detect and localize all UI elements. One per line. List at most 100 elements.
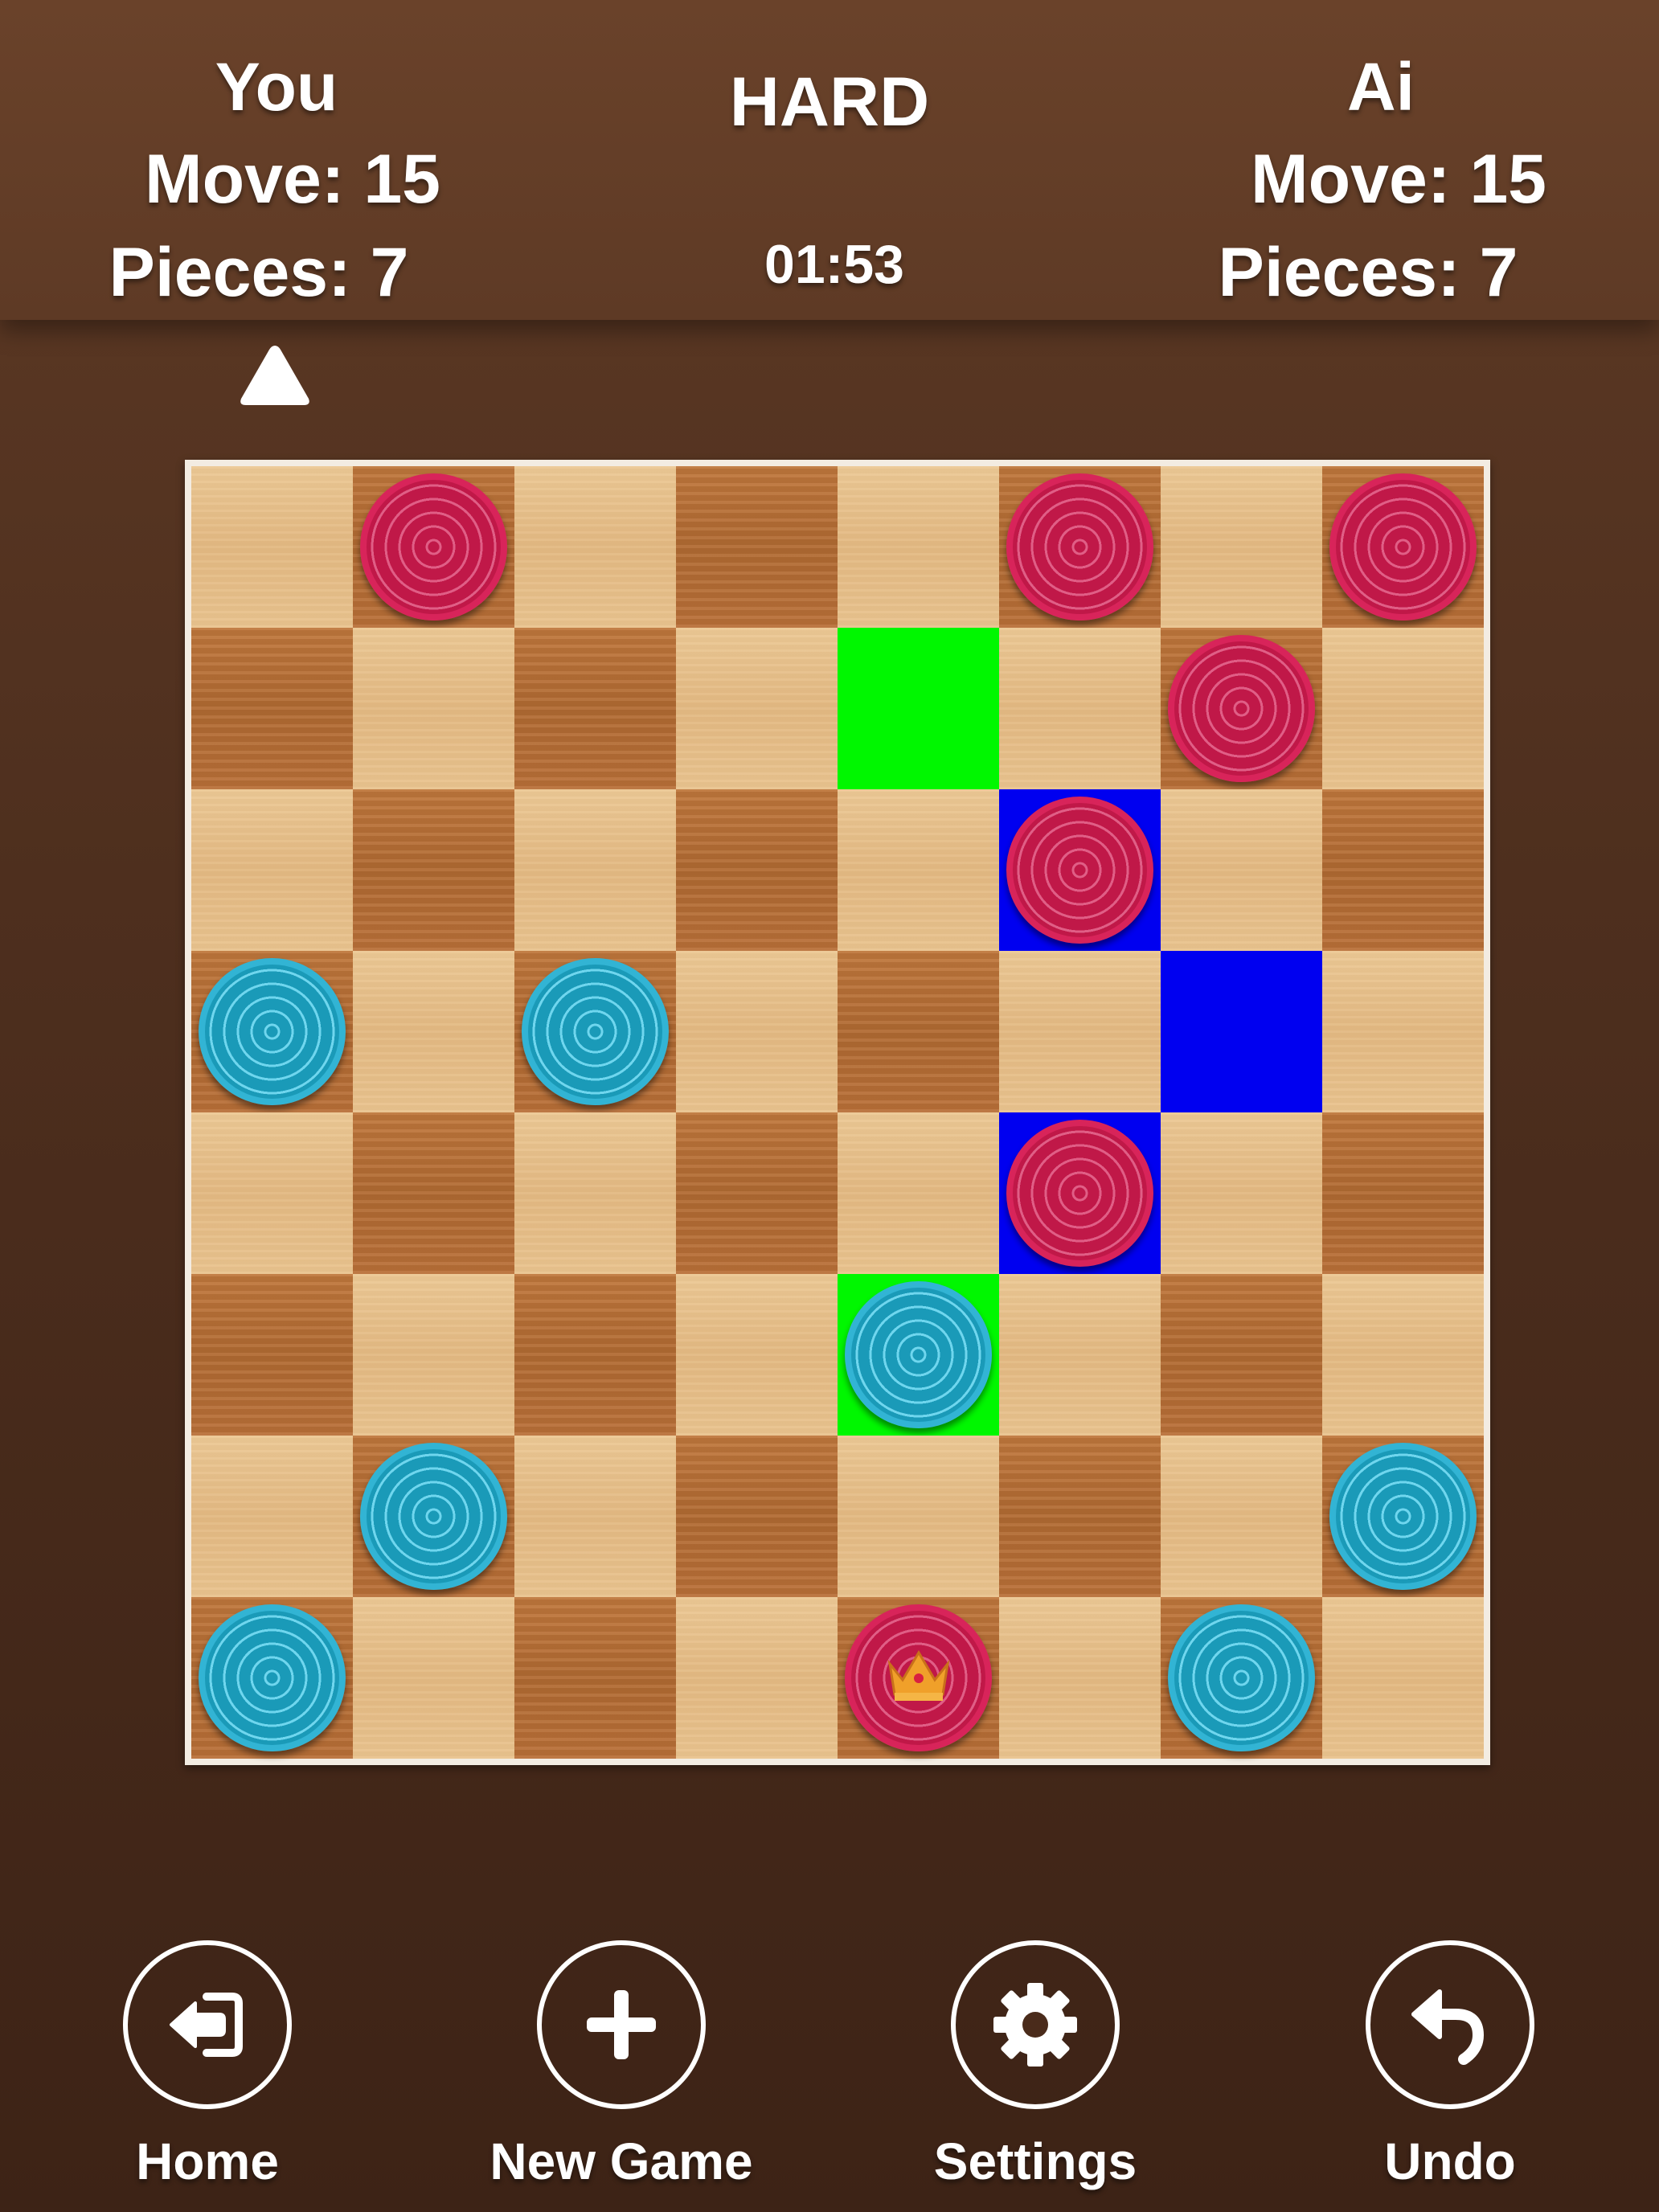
board-square[interactable] (1161, 951, 1322, 1112)
board-square[interactable] (676, 1436, 838, 1597)
board-square[interactable] (999, 1112, 1161, 1274)
board-square[interactable] (838, 466, 999, 628)
red-checker-piece[interactable] (1006, 473, 1153, 621)
board-square[interactable] (1161, 466, 1322, 628)
board-square[interactable] (514, 1597, 676, 1759)
board-square[interactable] (676, 951, 838, 1112)
home-exit-icon (170, 1993, 243, 2057)
settings-button[interactable] (951, 1940, 1120, 2109)
blue-checker-piece[interactable] (522, 958, 669, 1105)
board-square[interactable] (999, 628, 1161, 789)
crown-icon (887, 1650, 950, 1701)
red-checker-piece[interactable] (1168, 635, 1315, 782)
red-checker-piece[interactable] (1006, 797, 1153, 944)
board-square[interactable] (353, 951, 514, 1112)
triangle-up-icon (240, 346, 309, 405)
board-square[interactable] (514, 789, 676, 951)
board-square[interactable] (514, 1436, 676, 1597)
board-square[interactable] (1322, 1112, 1484, 1274)
board-square[interactable] (191, 951, 353, 1112)
player-ai-label: Ai (1347, 49, 1415, 125)
board-square[interactable] (353, 628, 514, 789)
checkers-board-frame (185, 460, 1490, 1765)
board-square[interactable] (1161, 1597, 1322, 1759)
board-square[interactable] (191, 628, 353, 789)
board-square[interactable] (1322, 1274, 1484, 1436)
undo-arrow-icon (1411, 1989, 1485, 2065)
board-square[interactable] (676, 789, 838, 951)
red-checker-piece[interactable] (1006, 1120, 1153, 1267)
board-square[interactable] (838, 1274, 999, 1436)
board-square[interactable] (1322, 466, 1484, 628)
gear-icon (993, 1983, 1077, 2067)
board-square[interactable] (1161, 1436, 1322, 1597)
board-square[interactable] (191, 1112, 353, 1274)
board-square[interactable] (1322, 1597, 1484, 1759)
board-square[interactable] (353, 1436, 514, 1597)
board-square[interactable] (191, 466, 353, 628)
home-button[interactable] (123, 1940, 292, 2109)
blue-checker-piece[interactable] (199, 1604, 346, 1751)
board-square[interactable] (838, 1436, 999, 1597)
red-checker-piece[interactable] (1329, 473, 1477, 621)
checkers-board[interactable] (191, 466, 1484, 1759)
board-square[interactable] (838, 628, 999, 789)
blue-checker-piece[interactable] (1168, 1604, 1315, 1751)
player-you-pieces-count: Pieces: 7 (109, 234, 409, 311)
new-game-button-label[interactable]: New Game (490, 2132, 752, 2191)
board-square[interactable] (514, 628, 676, 789)
new-game-button[interactable] (537, 1940, 706, 2109)
board-square[interactable] (514, 1274, 676, 1436)
board-square[interactable] (1161, 789, 1322, 951)
board-square[interactable] (999, 951, 1161, 1112)
board-square[interactable] (514, 466, 676, 628)
plus-icon (587, 1990, 656, 2059)
board-square[interactable] (191, 1597, 353, 1759)
board-square[interactable] (1161, 628, 1322, 789)
settings-button-label[interactable]: Settings (934, 2132, 1137, 2191)
board-square[interactable] (838, 1112, 999, 1274)
board-square[interactable] (999, 1436, 1161, 1597)
board-square[interactable] (999, 1597, 1161, 1759)
board-square[interactable] (353, 1597, 514, 1759)
board-square[interactable] (353, 466, 514, 628)
board-square[interactable] (838, 951, 999, 1112)
board-square[interactable] (676, 466, 838, 628)
red-king-checker-piece[interactable] (845, 1604, 992, 1751)
home-button-label[interactable]: Home (136, 2132, 279, 2191)
board-square[interactable] (1161, 1112, 1322, 1274)
board-square[interactable] (1322, 789, 1484, 951)
board-square[interactable] (514, 1112, 676, 1274)
board-square[interactable] (1322, 951, 1484, 1112)
board-square[interactable] (999, 466, 1161, 628)
board-square[interactable] (1322, 1436, 1484, 1597)
difficulty-label: HARD (729, 63, 930, 141)
player-you-move-count: Move: 15 (144, 141, 441, 218)
board-square[interactable] (353, 1112, 514, 1274)
blue-checker-piece[interactable] (1329, 1443, 1477, 1590)
board-square[interactable] (676, 1597, 838, 1759)
board-square[interactable] (353, 1274, 514, 1436)
header-bar: You Move: 15 Pieces: 7 HARD 01:53 Ai Mov… (0, 0, 1659, 320)
board-square[interactable] (999, 789, 1161, 951)
board-square[interactable] (191, 789, 353, 951)
board-square[interactable] (191, 1274, 353, 1436)
blue-checker-piece[interactable] (360, 1443, 507, 1590)
red-checker-piece[interactable] (360, 473, 507, 621)
board-square[interactable] (1161, 1274, 1322, 1436)
board-square[interactable] (676, 628, 838, 789)
undo-button[interactable] (1366, 1940, 1534, 2109)
blue-checker-piece[interactable] (199, 958, 346, 1105)
board-square[interactable] (999, 1274, 1161, 1436)
board-square[interactable] (514, 951, 676, 1112)
undo-button-label[interactable]: Undo (1384, 2132, 1516, 2191)
board-square[interactable] (838, 1597, 999, 1759)
board-square[interactable] (676, 1112, 838, 1274)
game-timer: 01:53 (764, 234, 904, 295)
board-square[interactable] (353, 789, 514, 951)
board-square[interactable] (676, 1274, 838, 1436)
board-square[interactable] (191, 1436, 353, 1597)
blue-checker-piece[interactable] (845, 1281, 992, 1428)
board-square[interactable] (1322, 628, 1484, 789)
board-square[interactable] (838, 789, 999, 951)
